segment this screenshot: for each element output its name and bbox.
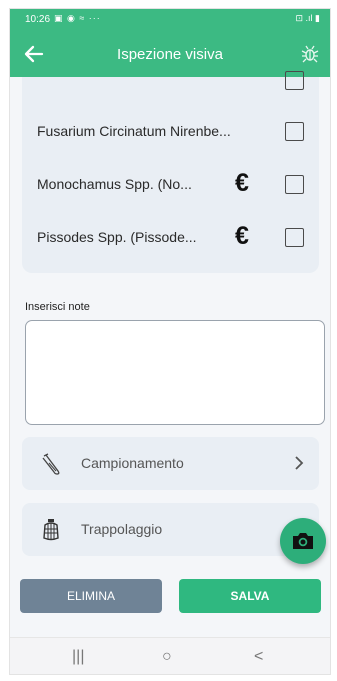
save-button[interactable]: SALVA (179, 579, 321, 613)
species-label: Fusarium Circinatum Nirenbe... (37, 123, 231, 139)
species-checkbox[interactable] (285, 122, 304, 141)
trap-icon (43, 519, 59, 541)
species-card: Fusarium Circinatum Nirenbe... Monochamu… (22, 71, 319, 273)
trappolaggio-option[interactable]: Trappolaggio (22, 503, 319, 556)
option-label: Campionamento (81, 455, 184, 471)
checkbox-partial[interactable] (285, 71, 304, 90)
app-bar: Ispezione visiva (10, 31, 330, 77)
home-nav-button[interactable]: ○ (162, 648, 172, 666)
app-screen: 10:26 ▣ ◉ ≈ ··· ⊡ .ıl ▮ Ispezione visiva… (9, 8, 331, 675)
delete-button[interactable]: ELIMINA (20, 579, 162, 613)
euro-icon: € (235, 222, 249, 250)
option-label: Trappolaggio (81, 521, 163, 537)
euro-icon: € (235, 169, 249, 197)
status-bar: 10:26 ▣ ◉ ≈ ··· ⊡ .ıl ▮ (10, 9, 330, 31)
species-row: Fusarium Circinatum Nirenbe... (22, 112, 319, 152)
species-checkbox[interactable] (285, 175, 304, 194)
recents-nav-button[interactable]: ||| (72, 648, 84, 666)
chevron-right-icon (295, 456, 304, 470)
test-tube-icon (42, 453, 60, 475)
back-nav-button[interactable]: < (254, 648, 263, 666)
notification-icons: ▣ ◉ ≈ ··· (54, 13, 101, 23)
species-row: Pissodes Spp. (Pissode... € (22, 218, 319, 258)
species-row: Monochamus Spp. (No... € (22, 165, 319, 205)
species-label: Monochamus Spp. (No... (37, 176, 192, 192)
page-title: Ispezione visiva (117, 46, 223, 63)
camera-button[interactable] (280, 518, 326, 564)
bug-icon[interactable] (300, 44, 320, 64)
signal-battery-icons: ⊡ .ıl ▮ (295, 13, 321, 23)
species-label: Pissodes Spp. (Pissode... (37, 229, 197, 245)
campionamento-option[interactable]: Campionamento (22, 437, 319, 490)
species-checkbox[interactable] (285, 228, 304, 247)
notes-label: Inserisci note (25, 301, 90, 313)
notes-textarea[interactable] (25, 320, 325, 425)
status-time: 10:26 (25, 14, 51, 25)
camera-icon (293, 533, 313, 549)
system-nav-bar: ||| ○ < (10, 637, 330, 674)
